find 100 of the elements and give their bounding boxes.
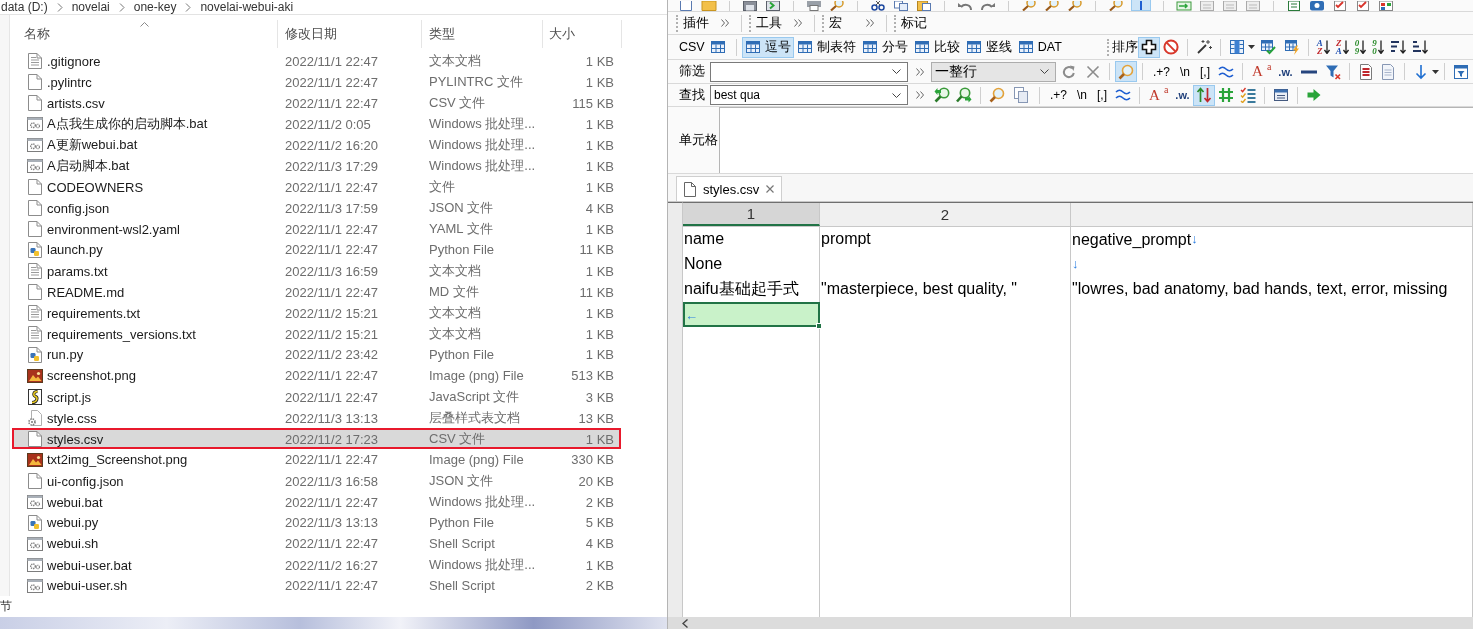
file-row[interactable]: CODEOWNERS 2022/11/1 22:47 文件 1 KB — [12, 176, 621, 197]
whole-word-button[interactable]: .w. — [1172, 84, 1193, 106]
column-header[interactable]: 类型 — [422, 20, 543, 48]
column-header[interactable]: 1 — [683, 203, 820, 226]
save-icon[interactable] — [742, 1, 758, 11]
table-icon[interactable] — [709, 39, 726, 55]
file-row[interactable]: webui-user.sh 2022/11/1 22:47 Shell Script 2 KB — [12, 575, 621, 596]
file-row[interactable]: webui-user.bat 2022/11/2 16:27 Windows 批处理... 1 KB — [12, 554, 621, 575]
table-cell[interactable]: None — [683, 252, 820, 277]
double-chevron-icon[interactable] — [721, 19, 729, 27]
copy-icon[interactable] — [893, 1, 909, 11]
toolbar-button[interactable]: 插件 — [681, 12, 711, 34]
column-header[interactable]: 修改日期 — [278, 20, 422, 48]
horizontal-scrollbar[interactable] — [668, 617, 1473, 629]
sort-button[interactable]: 0 9 — [1351, 36, 1370, 58]
sort-lines-icon[interactable] — [1411, 39, 1428, 55]
file-row[interactable]: webui.py 2022/11/3 13:13 Python File 5 KB — [12, 512, 621, 533]
sort-button[interactable]: 9 0 — [1369, 36, 1387, 58]
column-header[interactable]: 2 — [820, 203, 1071, 226]
file-row[interactable]: .pylintrc 2022/11/1 22:47 PYLINTRC 文件 1 KB — [12, 71, 621, 92]
table-cell[interactable]: "masterpiece, best quality, " — [820, 277, 1071, 302]
cursor-button[interactable] — [1131, 0, 1151, 11]
file-row[interactable]: webui.bat 2022/11/1 22:47 Windows 批处理... 2 KB — [12, 491, 621, 512]
double-chevron-icon[interactable] — [866, 19, 874, 27]
sort-lines-icon[interactable] — [1389, 39, 1406, 55]
table-cell[interactable]: ↓ — [1071, 252, 1473, 277]
sort-caret-icon[interactable] — [139, 22, 149, 27]
magnifier-icon[interactable] — [1067, 1, 1083, 11]
document-icon[interactable] — [1379, 63, 1396, 80]
redo-arrow-icon[interactable] — [980, 1, 996, 11]
bracket-button[interactable]: [,] — [1092, 84, 1113, 106]
breadcrumb-item[interactable]: novelai — [71, 0, 110, 14]
toolbar-button[interactable]: 宏 — [827, 12, 844, 34]
copy-pages-icon[interactable] — [1013, 87, 1029, 103]
magic-wand-icon[interactable] — [1195, 39, 1212, 55]
file-row[interactable]: artists.csv 2022/11/1 22:47 CSV 文件 115 KB — [12, 92, 621, 113]
table-lightning-icon[interactable] — [1283, 39, 1300, 55]
close-icon[interactable] — [766, 185, 775, 193]
filter-combo-box[interactable] — [710, 61, 908, 82]
file-row[interactable]: config.json 2022/11/3 17:59 JSON 文件 4 KB — [12, 197, 621, 218]
find-combo-box[interactable]: best qua — [710, 85, 908, 105]
delimiter-button[interactable]: 分号 — [858, 36, 911, 58]
wave-icon[interactable] — [1218, 63, 1235, 80]
caret-icon[interactable] — [1247, 45, 1255, 49]
breadcrumb-item[interactable]: data (D:) — [1, 0, 48, 14]
toolbar-button[interactable]: 标记 — [899, 12, 929, 34]
magnifier-icon[interactable] — [829, 1, 845, 11]
file-row[interactable]: launch.py 2022/11/1 22:47 Python File 11 KB — [12, 239, 621, 260]
delimiter-button[interactable]: DAT — [1014, 36, 1065, 58]
bracket-button[interactable]: [,] — [1195, 61, 1216, 82]
magnifier-arrow-icon[interactable] — [934, 87, 950, 103]
newline-button[interactable]: \n — [1175, 61, 1196, 82]
gear-icon[interactable] — [1309, 1, 1325, 11]
magnifier-arrow-icon[interactable] — [956, 87, 972, 103]
sort-button[interactable]: Z A — [1332, 36, 1352, 58]
breadcrumb-item[interactable]: one-key — [133, 0, 177, 14]
double-chevron-icon[interactable] — [916, 67, 924, 76]
grid-icon[interactable] — [1217, 87, 1234, 103]
column-header[interactable]: 名称 — [10, 20, 278, 48]
regex-button[interactable]: .+? — [1148, 61, 1175, 82]
checked-document-icon[interactable] — [1332, 1, 1348, 11]
cell-editor-field[interactable] — [719, 107, 1473, 173]
breadcrumb-item[interactable]: novelai-webui-aki — [200, 0, 294, 14]
wave-icon[interactable] — [1115, 87, 1132, 103]
fill-handle[interactable] — [816, 323, 822, 329]
match-case-button[interactable]: A$^{a}$ — [1248, 61, 1276, 82]
file-tab[interactable]: styles.csv — [676, 176, 783, 201]
scope-combo-box[interactable]: 一整行 — [931, 61, 1056, 82]
file-row[interactable]: screenshot.png 2022/11/1 22:47 Image (png) File 513 KB — [12, 365, 621, 386]
undo-arrow-icon[interactable] — [957, 1, 973, 11]
file-row[interactable]: requirements_versions.txt 2022/11/2 15:21 文本文档 1 KB — [12, 323, 621, 344]
checklist-icon[interactable] — [1239, 87, 1256, 103]
close-icon[interactable] — [1085, 63, 1101, 80]
regex-button[interactable]: .+? — [1045, 84, 1072, 106]
filter-window-icon[interactable] — [1452, 63, 1469, 80]
double-chevron-icon[interactable] — [794, 19, 802, 27]
file-row[interactable]: ui-config.json 2022/11/3 16:58 JSON 文件 20 KB — [12, 470, 621, 491]
refresh-icon[interactable] — [1061, 63, 1077, 80]
search-icon[interactable] — [989, 87, 1005, 103]
right-arrow-icon[interactable] — [1305, 87, 1322, 103]
newline-button[interactable]: \n — [1072, 84, 1093, 106]
file-row[interactable]: environment-wsl2.yaml 2022/11/1 22:47 YAML 文件 1 KB — [12, 218, 621, 239]
double-chevron-icon[interactable] — [916, 91, 924, 99]
spreadsheet-icon[interactable] — [1286, 1, 1302, 11]
window-icon[interactable] — [1272, 87, 1289, 103]
printer-icon[interactable] — [806, 1, 822, 11]
column-header[interactable]: 大小 — [543, 20, 622, 48]
file-row[interactable]: webui.sh 2022/11/1 22:47 Shell Script 4 KB — [12, 533, 621, 554]
swap-button[interactable] — [1192, 84, 1215, 106]
delimiter-button[interactable]: 竖线 — [962, 36, 1015, 58]
columns-icon[interactable] — [1228, 39, 1245, 55]
file-row[interactable]: style.css 2022/11/3 13:13 层叠样式表文档 13 KB — [12, 407, 621, 428]
file-row[interactable]: run.py 2022/11/2 23:42 Python File 1 KB — [12, 344, 621, 365]
toolbar-button[interactable]: 工具 — [754, 12, 784, 34]
table-cell[interactable]: prompt — [820, 227, 1071, 252]
file-row[interactable]: A点我生成你的启动脚本.bat 2022/11/2 0:05 Windows 批处理... 1 KB — [12, 113, 621, 134]
match-case-button[interactable]: A$^{a}$ — [1145, 84, 1173, 106]
list-document-icon[interactable] — [1357, 63, 1374, 80]
file-row[interactable]: txt2img_Screenshot.png 2022/11/1 22:47 Image (png) File 330 KB — [12, 449, 621, 470]
filter-clear-icon[interactable] — [1324, 63, 1341, 80]
